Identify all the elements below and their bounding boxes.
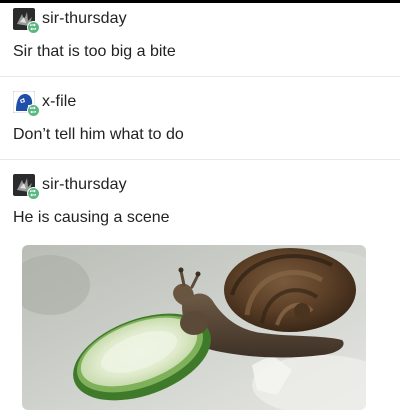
divider (0, 76, 400, 77)
post-text: Sir that is too big a bite (13, 43, 176, 60)
post-header: sir-thursday (13, 6, 127, 34)
reblog-entry: sir-thursday Sir that is too big a bite (0, 6, 400, 76)
divider (0, 159, 400, 160)
reblog-icon (27, 21, 40, 34)
reblog-icon (27, 187, 40, 200)
post-header: sir-thursday (13, 172, 127, 200)
top-edge-bar (0, 0, 400, 3)
blue-face-avatar-icon[interactable] (13, 91, 40, 117)
reblog-entry: sir-thursday He is causing a scene (0, 172, 400, 242)
post-text: Don’t tell him what to do (13, 126, 184, 143)
dark-spiky-avatar-icon[interactable] (13, 8, 40, 34)
reblog-entry: x-file Don’t tell him what to do (0, 89, 400, 159)
username[interactable]: x-file (42, 93, 76, 111)
username[interactable]: sir-thursday (42, 10, 127, 28)
post-header: x-file (13, 89, 76, 117)
tumblr-post-thread: sir-thursday Sir that is too big a bite (0, 0, 400, 412)
snail-eating-cucumber-photo[interactable] (22, 245, 366, 410)
dark-spiky-avatar-icon[interactable] (13, 174, 40, 200)
reblog-icon (27, 104, 40, 117)
post-text: He is causing a scene (13, 209, 170, 226)
username[interactable]: sir-thursday (42, 176, 127, 194)
